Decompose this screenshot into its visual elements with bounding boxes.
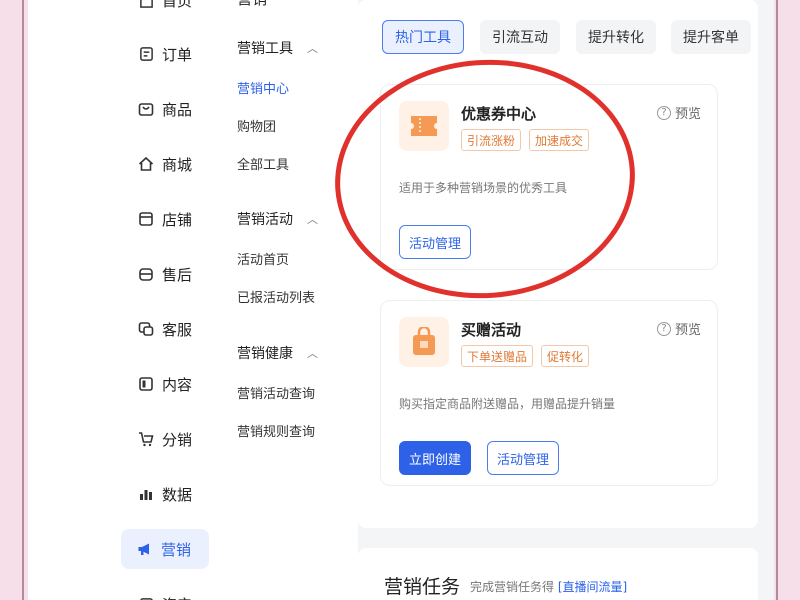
create-now-button[interactable]: 立即创建 [399, 441, 472, 475]
task-subtitle: 完成营销任务得 [直播间流量] [470, 580, 628, 594]
tab-hot-tools[interactable]: 热门工具 [382, 20, 464, 54]
megaphone-icon [137, 541, 153, 557]
sidebar-item-mall[interactable]: 商城 [120, 144, 210, 184]
task-reward-link[interactable]: [直播间流量] [558, 580, 627, 594]
card-tag: 引流涨粉 [461, 129, 522, 151]
content-icon [138, 376, 154, 392]
submenu-group-marketing-health[interactable]: 营销健康 ︿ [237, 343, 318, 363]
sidebar-item-order[interactable]: 订单 [120, 34, 210, 74]
preview-link[interactable]: ? 预览 [656, 319, 701, 338]
tool-card-coupon[interactable]: 优惠券中心 ? 预览 引流涨粉 加速成交 适用于多种营销场景的优秀工具 活动管理 [380, 84, 718, 270]
sidebar-item-label: 分销 [162, 430, 193, 449]
home-icon [138, 0, 154, 8]
sidebar-item-home[interactable]: 首页 [120, 0, 210, 20]
sidebar-item-label: 数据 [162, 485, 193, 504]
sidebar-item-content[interactable]: 内容 [120, 364, 210, 404]
tab-conversion[interactable]: 提升转化 [576, 20, 656, 54]
store-icon [138, 211, 154, 227]
card-tag: 下单送赠品 [461, 345, 534, 367]
submenu-partial-top: 营销 [237, 0, 267, 9]
marketing-task-panel: 营销任务 完成营销任务得 [直播间流量] [358, 548, 758, 600]
chevron-up-icon: ︿ [307, 42, 318, 55]
primary-sidebar: 首页 订单 商品 商城 店铺 售后 客服 内容 分销 数据 营销 [28, 0, 228, 600]
manage-activity-button[interactable]: 活动管理 [487, 441, 560, 475]
asset-icon [138, 596, 154, 600]
sidebar-item-label: 客服 [162, 320, 193, 339]
sidebar-item-data[interactable]: 数据 [120, 474, 210, 514]
group-title-label: 营销活动 [237, 212, 293, 228]
sidebar-item-label: 售后 [162, 265, 193, 284]
gift-bag-icon [399, 317, 449, 367]
help-icon: ? [656, 105, 671, 120]
sidebar-item-service[interactable]: 客服 [120, 309, 210, 349]
card-title: 买赠活动 [461, 321, 522, 339]
submenu-item-activity-query[interactable]: 营销活动查询 [237, 383, 315, 402]
help-icon: ? [656, 321, 671, 336]
sidebar-item-label: 店铺 [162, 210, 193, 229]
sidebar-item-distribution[interactable]: 分销 [120, 419, 210, 459]
tool-card-buy-gift[interactable]: 买赠活动 ? 预览 下单送赠品 促转化 购买指定商品附送赠品，用赠品提升销量 立… [380, 300, 718, 486]
tab-order-value[interactable]: 提升客单 [671, 20, 751, 54]
product-icon [138, 101, 154, 117]
submenu-item-enrolled-list[interactable]: 已报活动列表 [237, 287, 315, 306]
sidebar-item-product[interactable]: 商品 [120, 89, 210, 129]
tab-traffic-interaction[interactable]: 引流互动 [480, 20, 560, 54]
secondary-menu: 营销 营销工具 ︿ 营销中心 购物团 全部工具 营销活动 ︿ 活动首页 已报活动… [233, 0, 353, 600]
submenu-item-activity-home[interactable]: 活动首页 [237, 249, 289, 268]
app-screen: 首页 订单 商品 商城 店铺 售后 客服 内容 分销 数据 营销 营销工具 ︿ … [28, 0, 774, 600]
sidebar-item-label: 首页 [162, 0, 193, 10]
submenu-item-rule-query[interactable]: 营销规则查询 [237, 421, 315, 440]
sidebar-item-label: 资产 [162, 594, 192, 600]
preview-link[interactable]: ? 预览 [656, 103, 701, 122]
coupon-icon [399, 101, 449, 151]
data-icon [138, 486, 154, 502]
group-title-label: 营销健康 [237, 346, 293, 362]
submenu-item-marketing-center[interactable]: 营销中心 [237, 78, 289, 97]
manage-activity-button[interactable]: 活动管理 [399, 225, 472, 259]
card-description: 购买指定商品附送赠品，用赠品提升销量 [399, 397, 616, 411]
mall-icon [138, 156, 154, 172]
distribution-icon [138, 431, 154, 447]
sidebar-item-aftersale[interactable]: 售后 [120, 254, 210, 294]
submenu-item-group-buy[interactable]: 购物团 [237, 116, 276, 135]
screenshot-frame-right [776, 0, 778, 600]
sidebar-item-marketing[interactable]: 营销 [121, 529, 209, 569]
card-title: 优惠券中心 [461, 105, 537, 123]
group-title-label: 营销工具 [237, 41, 293, 57]
submenu-group-marketing-activities[interactable]: 营销活动 ︿ [237, 209, 318, 229]
sidebar-item-label: 商品 [162, 100, 193, 119]
order-icon [138, 46, 154, 62]
sidebar-item-asset[interactable]: 资产 [120, 584, 210, 600]
submenu-group-marketing-tools[interactable]: 营销工具 ︿ [237, 38, 318, 58]
tools-panel: 热门工具 引流互动 提升转化 提升客单 优惠券中心 ? 预览 引流涨粉 加速成交… [358, 0, 758, 528]
card-tag: 加速成交 [529, 129, 590, 151]
chevron-up-icon: ︿ [307, 347, 318, 360]
screenshot-frame-left [22, 0, 24, 600]
sidebar-item-label: 商城 [162, 155, 193, 174]
chevron-up-icon: ︿ [307, 213, 318, 226]
sidebar-item-label: 内容 [162, 375, 193, 394]
sidebar-item-label: 订单 [162, 45, 193, 64]
card-description: 适用于多种营销场景的优秀工具 [399, 181, 568, 195]
main-content: 热门工具 引流互动 提升转化 提升客单 优惠券中心 ? 预览 引流涨粉 加速成交… [358, 0, 774, 600]
card-tag: 促转化 [541, 345, 590, 367]
sidebar-item-store[interactable]: 店铺 [120, 199, 210, 239]
aftersale-icon [138, 266, 154, 282]
task-title: 营销任务 [384, 576, 461, 598]
submenu-item-all-tools[interactable]: 全部工具 [237, 154, 289, 173]
service-icon [138, 321, 154, 337]
sidebar-item-label: 营销 [161, 540, 192, 559]
